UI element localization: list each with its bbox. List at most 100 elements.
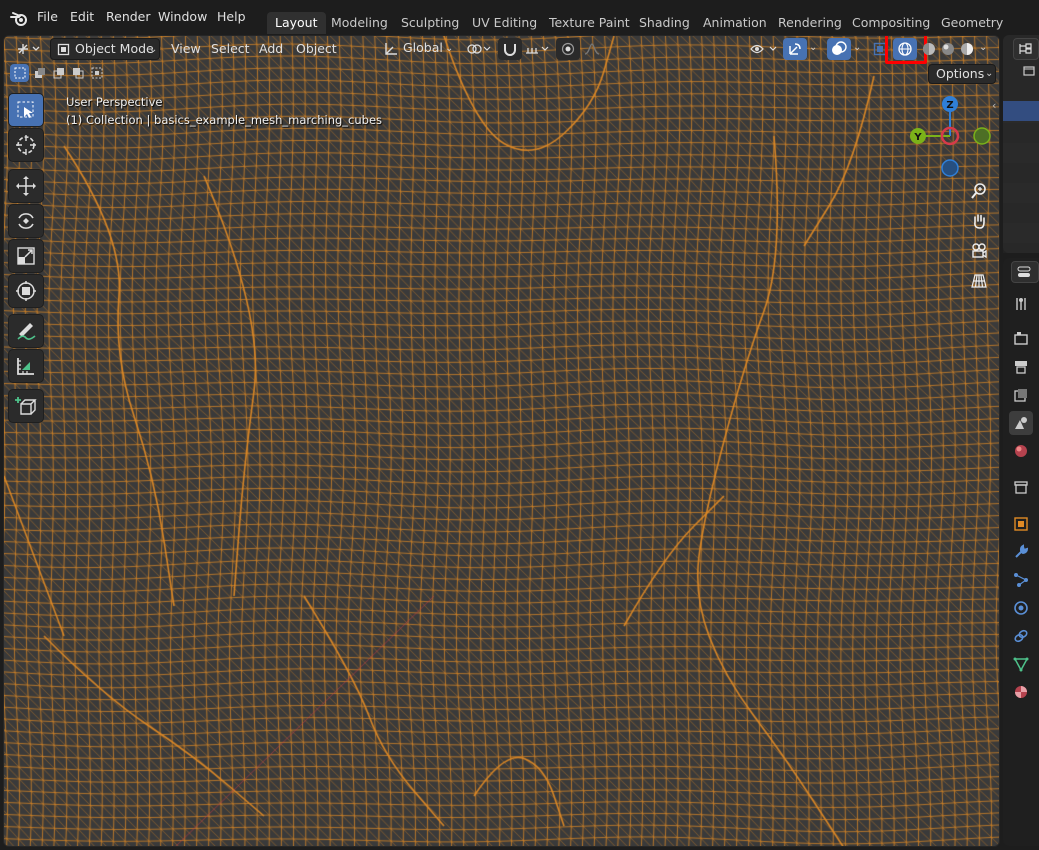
falloff-dropdown[interactable] [580,38,604,60]
tool-measure[interactable] [8,349,44,383]
menu-render[interactable]: Render [106,8,151,26]
properties-editor-type-button[interactable] [1011,261,1039,283]
viewport-header: Object Mode ⌄ View Select Add Object Glo… [4,36,999,64]
select-subtract-button[interactable] [49,64,68,82]
tab-data[interactable] [1009,652,1033,676]
zoom-icon [971,183,986,199]
tab-modeling[interactable]: Modeling [323,12,396,34]
tool-rotate[interactable] [8,204,44,238]
falloff-curve-icon [584,43,600,55]
rendered-shading-button[interactable] [958,38,976,60]
scene-icon [1015,417,1027,429]
transform-orientation-icon [385,43,397,55]
snap-toggle[interactable] [498,38,522,60]
tab-texture-paint[interactable]: Texture Paint [541,12,638,34]
tab-animation[interactable]: Animation [695,12,775,34]
menu-object[interactable]: Object [296,40,337,58]
tab-scene[interactable] [1009,411,1033,435]
tab-output[interactable] [1009,355,1033,379]
snap-increment-icon [526,46,549,54]
chevron-down-icon[interactable]: ⌄ [979,42,987,53]
tab-compositing[interactable]: Compositing [844,12,938,34]
tab-modifiers[interactable] [1009,540,1033,564]
orientation-dropdown[interactable]: Global ⌄ [381,38,459,60]
visibility-dropdown[interactable] [747,38,781,60]
sidebar-toggle-arrow-icon[interactable]: ‹ [992,99,996,112]
pan-button[interactable] [965,207,993,235]
tab-view-layer[interactable] [1009,383,1033,407]
zoom-button[interactable] [965,177,993,205]
filter-icon[interactable] [1021,65,1039,77]
select-invert-button[interactable] [68,64,87,82]
menu-window[interactable]: Window [158,8,207,26]
tool-transform[interactable] [8,274,44,308]
mode-label: Object Mode [75,41,154,56]
outliner-active-row[interactable] [1003,101,1039,121]
tab-collection[interactable] [1009,475,1033,499]
toggles-icon [1017,266,1031,277]
tab-geometry-nodes[interactable]: Geometry Nodes [933,12,1039,52]
solid-shading-button[interactable] [920,38,938,60]
overlays-toggle[interactable] [827,38,851,60]
select-intersect-button[interactable] [87,64,106,82]
orientation-label: Global [403,40,443,55]
navigation-gizmo[interactable]: Z Y [910,94,996,180]
tool-annotate[interactable] [8,314,44,348]
chevron-down-icon[interactable]: ⌄ [853,42,861,53]
outliner-display-mode-button[interactable] [1013,38,1039,60]
object-mode-icon [57,43,70,56]
tab-rendering[interactable]: Rendering [770,12,850,34]
menu-help[interactable]: Help [217,8,246,26]
tab-render[interactable] [1009,326,1033,350]
tab-physics[interactable] [1009,596,1033,620]
menu-file[interactable]: File [37,8,58,26]
tool-select-box[interactable] [8,93,44,127]
top-bar: File Edit Render Window Help Layout Mode… [0,0,1039,52]
outliner-icon [1019,43,1032,54]
gizmo-neg-z-axis[interactable] [941,159,959,177]
editor-type-button[interactable] [12,38,46,60]
rendered-shading-icon [961,43,973,55]
tab-tool[interactable] [1009,292,1033,316]
tab-shading[interactable]: Shading [631,12,698,34]
tab-material[interactable] [1009,680,1033,704]
material-preview-button[interactable] [939,38,957,60]
tab-constraints[interactable] [1009,624,1033,648]
gizmo-toggle[interactable] [783,38,807,60]
wireframe-mesh[interactable] [4,36,999,846]
outliner-panel[interactable] [1003,35,1039,253]
render-icon [1014,332,1028,345]
tab-particles[interactable] [1009,568,1033,592]
gizmo-neg-y-axis[interactable] [973,127,991,145]
tab-object[interactable] [1009,512,1033,536]
tab-sculpting[interactable]: Sculpting [393,12,467,34]
mode-dropdown[interactable]: Object Mode ⌄ [50,38,160,60]
menu-view[interactable]: View [171,40,201,58]
tool-scale[interactable] [8,239,44,273]
pivot-point-button[interactable] [464,38,494,60]
options-dropdown[interactable]: Options ⌄ [928,64,996,84]
options-label: Options [936,66,985,81]
menu-add[interactable]: Add [259,40,283,58]
properties-panel [1003,258,1039,846]
world-icon [1015,445,1027,457]
3d-viewport[interactable]: Object Mode ⌄ View Select Add Object Glo… [3,35,1000,847]
proportional-editing-toggle[interactable] [556,38,580,60]
tool-move[interactable] [8,169,44,203]
tab-uv-editing[interactable]: UV Editing [464,12,545,34]
overlays-icon [832,41,847,55]
tool-cursor[interactable] [8,128,44,162]
menu-edit[interactable]: Edit [70,8,94,26]
material-icon [1015,686,1027,698]
select-new-button[interactable] [10,64,29,82]
snap-target-dropdown[interactable] [522,38,552,60]
menu-select[interactable]: Select [211,40,250,58]
camera-view-button[interactable] [965,237,993,265]
select-extend-button[interactable] [30,64,49,82]
ortho-toggle-button[interactable] [965,267,993,295]
chevron-down-icon[interactable]: ⌄ [809,42,817,53]
tab-world[interactable] [1009,439,1033,463]
tab-layout[interactable]: Layout [267,12,326,34]
tool-add-cube[interactable] [8,389,44,423]
blender-logo-icon[interactable] [10,11,30,27]
